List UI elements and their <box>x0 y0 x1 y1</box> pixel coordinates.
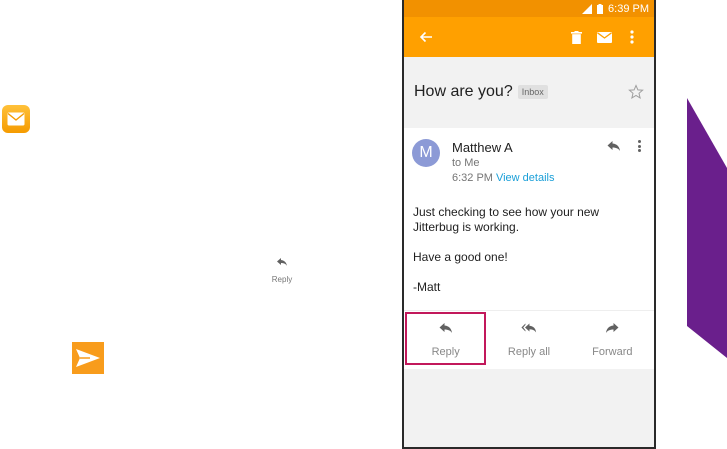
message-card: M Matthew A to Me 6:32 PM View details Ju… <box>404 128 654 369</box>
send-arrow-icon <box>72 342 104 374</box>
email-subject: How are you? <box>414 83 513 100</box>
avatar[interactable]: M <box>412 139 440 167</box>
forward-icon <box>606 322 619 333</box>
body-signature: -Matt <box>413 280 441 294</box>
phone-frame: 6:39 PM How are you? Inbox M Matthew A t… <box>402 0 656 449</box>
phone-screen: 6:39 PM How are you? Inbox M Matthew A t… <box>404 0 654 447</box>
body-paragraph: Just checking to see how your new Jitter… <box>413 205 600 234</box>
message-header: M Matthew A to Me 6:32 PM View details <box>404 128 654 193</box>
sender-name: Matthew A <box>452 140 513 155</box>
message-time: 6:32 PM View details <box>452 172 554 184</box>
status-bar: 6:39 PM <box>404 0 654 17</box>
forward-button-label: Forward <box>592 345 633 358</box>
subject-row: How are you? Inbox <box>404 57 654 127</box>
signal-icon <box>582 3 593 14</box>
guide-reply-hint: Reply <box>262 254 302 284</box>
reply-button[interactable]: Reply <box>404 311 487 366</box>
toolbar <box>404 17 654 57</box>
forward-button[interactable]: Forward <box>571 311 654 366</box>
tutorial-screen: Reply 6:39 PM How are you? Inbox M Matth… <box>0 0 727 449</box>
inbox-label-badge[interactable]: Inbox <box>517 85 548 99</box>
reply-icon <box>439 322 452 333</box>
reply-button-label: Reply <box>431 345 460 358</box>
message-more-icon[interactable] <box>636 138 642 154</box>
star-icon[interactable] <box>628 84 644 100</box>
message-time-text: 6:32 PM <box>452 172 493 184</box>
battery-icon <box>597 3 604 14</box>
recipient-text: to Me <box>452 157 480 169</box>
reply-all-icon <box>521 323 537 332</box>
mark-unread-icon[interactable] <box>590 23 618 51</box>
back-arrow-icon[interactable] <box>412 23 440 51</box>
message-actions: Reply Reply all Forward <box>404 310 654 366</box>
reply-icon <box>277 258 287 266</box>
more-vert-icon[interactable] <box>618 23 646 51</box>
decorative-purple-shape <box>687 98 727 358</box>
reply-icon[interactable] <box>606 138 622 154</box>
reply-all-button[interactable]: Reply all <box>487 311 570 366</box>
mail-app-icon <box>2 105 30 133</box>
reply-all-button-label: Reply all <box>507 345 551 358</box>
status-time: 6:39 PM <box>608 2 649 15</box>
view-details-link[interactable]: View details <box>496 172 555 184</box>
message-body: Just checking to see how your new Jitter… <box>413 205 644 310</box>
body-paragraph: Have a good one! <box>413 250 508 264</box>
delete-icon[interactable] <box>562 23 590 51</box>
guide-reply-label: Reply <box>271 275 293 284</box>
